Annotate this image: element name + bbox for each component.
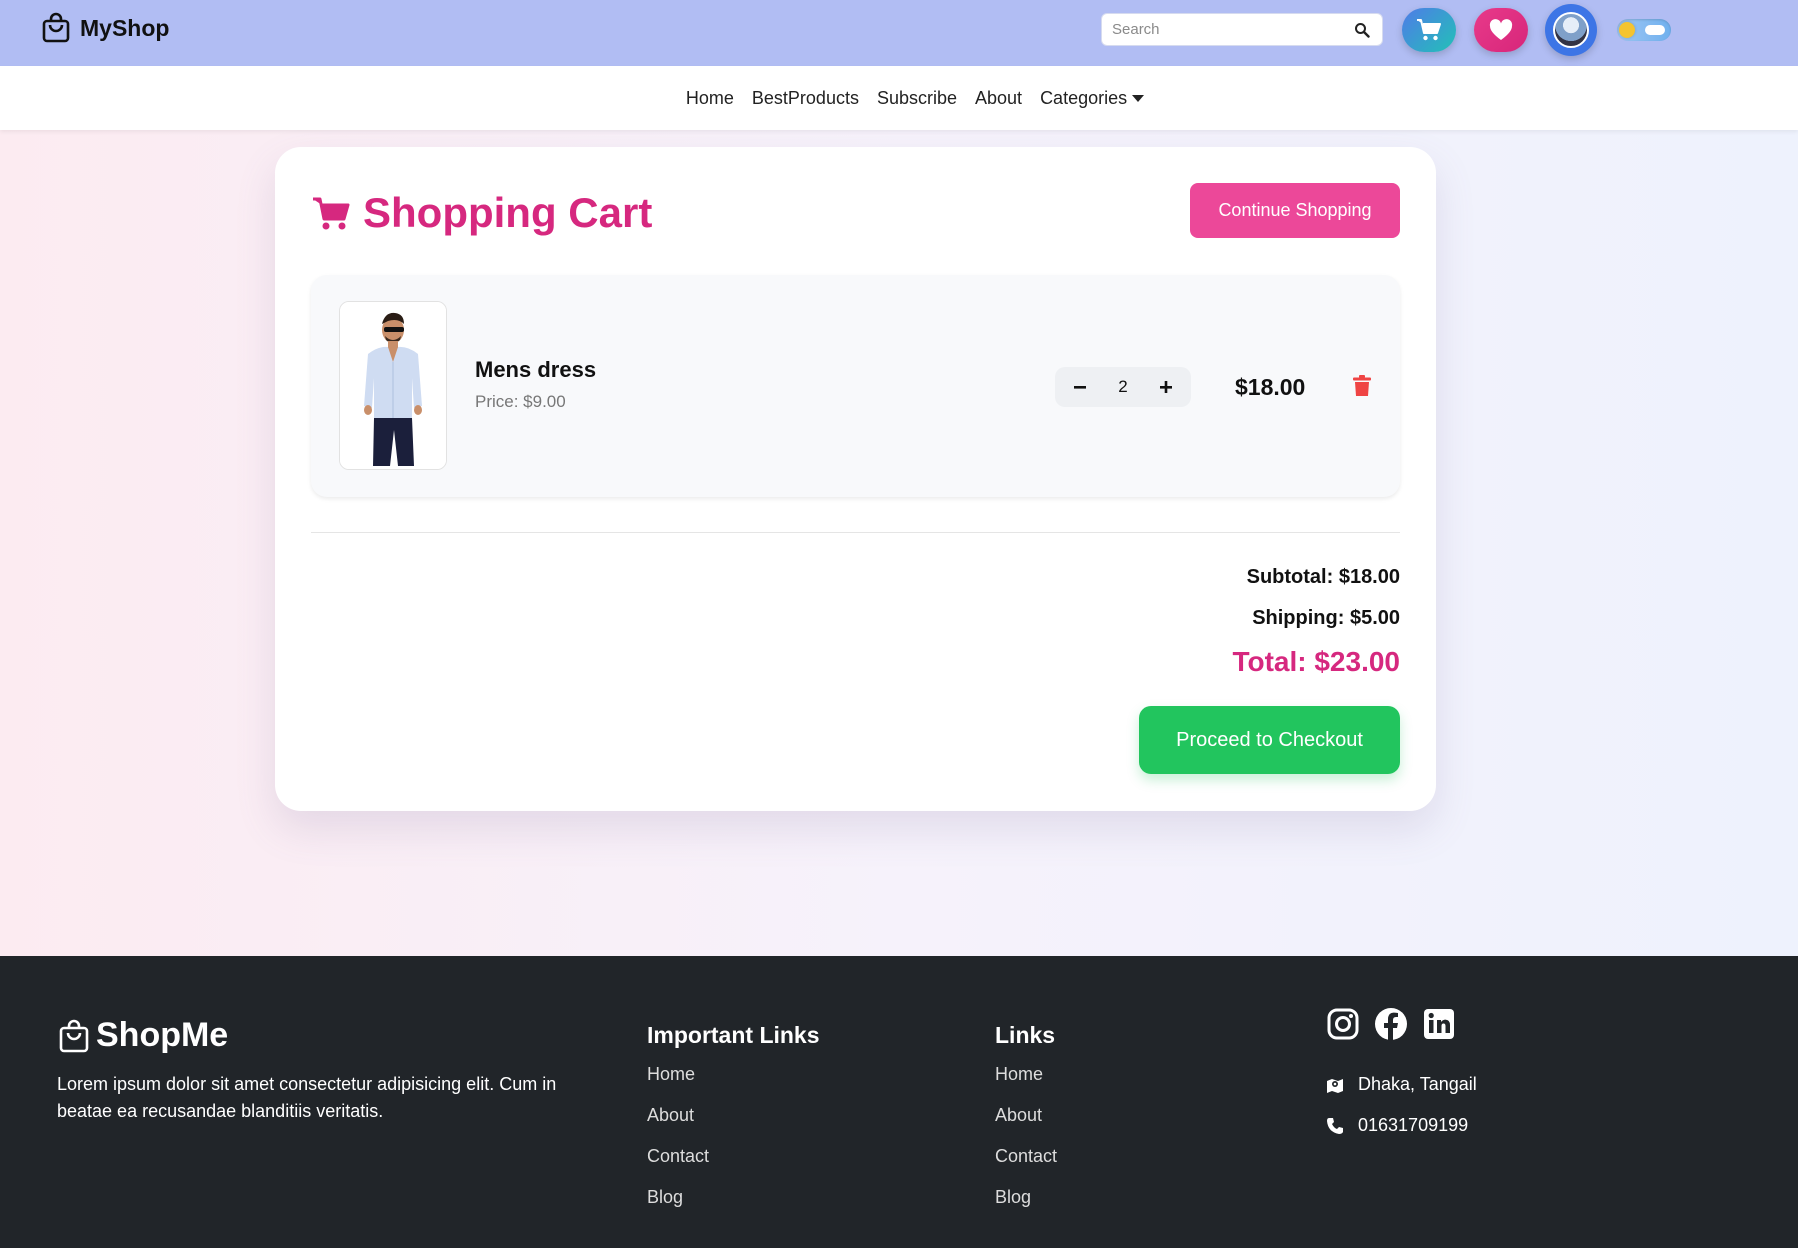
proceed-to-checkout-button[interactable]: Proceed to Checkout — [1139, 706, 1400, 774]
cart-icon — [1417, 19, 1441, 41]
footer-link-blog[interactable]: Blog — [995, 1186, 1057, 1209]
shipping-cost: Shipping: $5.00 — [1252, 607, 1400, 629]
trash-icon[interactable] — [1353, 375, 1371, 397]
nav-item-bestproducts[interactable]: BestProducts — [752, 88, 859, 109]
main-content: Shopping Cart Continue Shopping Mens dre… — [0, 130, 1798, 956]
theme-toggle[interactable] — [1617, 19, 1671, 41]
nav-item-home[interactable]: Home — [686, 88, 734, 109]
footer-location: Dhaka, Tangail — [1326, 1074, 1477, 1095]
nav-item-about[interactable]: About — [975, 88, 1022, 109]
search-icon[interactable] — [1354, 22, 1370, 38]
cart-header: Shopping Cart — [311, 189, 652, 237]
product-image[interactable] — [339, 301, 447, 470]
avatar — [1553, 12, 1589, 48]
footer-link-home[interactable]: Home — [647, 1063, 820, 1086]
footer-brand[interactable]: ShopMe — [58, 1016, 228, 1055]
cart-card: Shopping Cart Continue Shopping Mens dre… — [275, 147, 1436, 811]
social-links — [1326, 1007, 1456, 1041]
quantity-value: 2 — [1118, 377, 1128, 396]
nav-links: Home BestProducts Subscribe About Catego… — [654, 87, 1145, 109]
user-avatar-button[interactable] — [1545, 4, 1597, 56]
product-photo — [340, 302, 446, 469]
instagram-icon[interactable] — [1326, 1007, 1360, 1041]
line-total: $18.00 — [1235, 374, 1306, 400]
brand-name: MyShop — [80, 14, 170, 41]
main-navbar: Home BestProducts Subscribe About Catego… — [0, 66, 1798, 130]
footer-important-links: Important Links Home About Contact Blog — [647, 1016, 820, 1227]
nav-item-categories[interactable]: Categories — [1040, 87, 1145, 109]
product-unit-price: Price: $9.00 — [475, 392, 566, 411]
page-title: Shopping Cart — [363, 189, 653, 236]
cart-item: Mens dress Price: $9.00 2 $18.00 — [311, 275, 1400, 497]
product-name: Mens dress — [475, 357, 597, 382]
footer-link-home[interactable]: Home — [995, 1063, 1057, 1086]
footer-link-about[interactable]: About — [995, 1104, 1057, 1127]
quantity-stepper: 2 — [1055, 367, 1191, 407]
cart-icon — [313, 197, 350, 230]
wishlist-button[interactable] — [1474, 8, 1528, 52]
nav-item-categories-label: Categories — [1040, 87, 1128, 108]
location-text: Dhaka, Tangail — [1358, 1074, 1477, 1094]
shopping-bag-icon — [42, 12, 70, 43]
brand-logo[interactable]: MyShop — [40, 12, 169, 44]
map-location-icon — [1327, 1078, 1343, 1093]
footer-link-blog[interactable]: Blog — [647, 1186, 820, 1209]
nav-item-subscribe[interactable]: Subscribe — [877, 88, 957, 109]
footer-phone: 01631709199 — [1326, 1115, 1468, 1136]
footer-link-contact[interactable]: Contact — [995, 1145, 1057, 1168]
plus-icon — [1160, 381, 1172, 393]
search-input[interactable] — [1102, 14, 1342, 45]
decrease-quantity-button[interactable] — [1069, 376, 1091, 398]
phone-text: 01631709199 — [1358, 1115, 1469, 1135]
caret-down-icon — [1132, 95, 1145, 102]
search-box — [1101, 13, 1383, 46]
cart-button[interactable] — [1402, 8, 1456, 52]
divider — [311, 532, 1400, 533]
footer-link-about[interactable]: About — [647, 1104, 820, 1127]
top-bar: MyShop — [0, 0, 1798, 66]
footer-heading: Important Links — [647, 1022, 820, 1048]
cloud-icon — [1645, 25, 1665, 35]
linkedin-icon[interactable] — [1422, 1007, 1456, 1041]
footer-links: Links Home About Contact Blog — [995, 1016, 1057, 1227]
phone-icon — [1327, 1117, 1343, 1134]
footer-link-contact[interactable]: Contact — [647, 1145, 820, 1168]
footer-description: Lorem ipsum dolor sit amet consectetur a… — [57, 1074, 557, 1121]
shopping-bag-icon — [59, 1019, 89, 1052]
footer-heading: Links — [995, 1022, 1056, 1048]
minus-icon — [1074, 386, 1086, 389]
subtotal: Subtotal: $18.00 — [1246, 566, 1400, 588]
increase-quantity-button[interactable] — [1155, 376, 1177, 398]
heart-icon — [1489, 19, 1513, 40]
site-footer: ShopMe Lorem ipsum dolor sit amet consec… — [0, 956, 1798, 1248]
continue-shopping-button[interactable]: Continue Shopping — [1190, 183, 1400, 238]
footer-brand-name: ShopMe — [96, 1016, 229, 1054]
order-total: Total: $23.00 — [1232, 646, 1400, 677]
sun-icon — [1619, 22, 1635, 38]
facebook-icon[interactable] — [1374, 1007, 1408, 1041]
